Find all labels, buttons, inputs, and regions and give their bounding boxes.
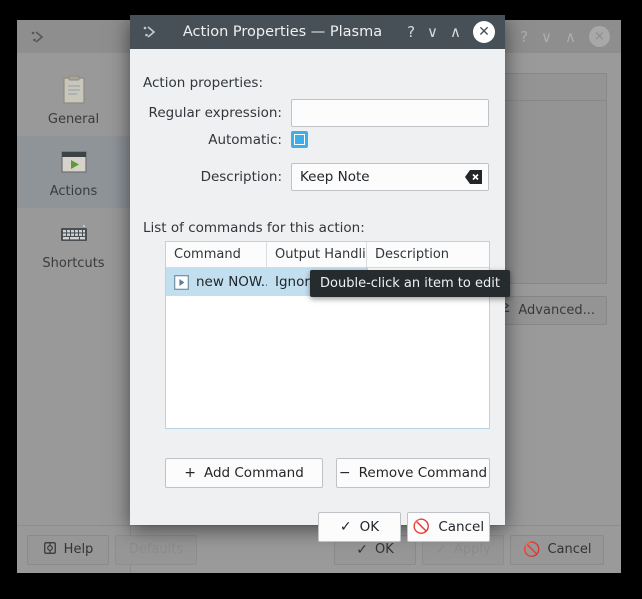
automatic-checkbox[interactable] xyxy=(291,131,308,148)
remove-command-button[interactable]: − Remove Command xyxy=(336,458,490,488)
defaults-button[interactable]: Defaults xyxy=(115,534,197,565)
keyboard-icon xyxy=(57,217,91,251)
play-square-icon xyxy=(174,274,189,290)
clear-text-icon[interactable] xyxy=(465,170,482,184)
remove-command-button-label: Remove Command xyxy=(358,465,488,481)
check-icon: ✓ xyxy=(339,519,352,535)
clipboard-icon xyxy=(57,73,91,107)
minus-icon: − xyxy=(338,465,351,481)
cell-command[interactable]: new NOW... xyxy=(166,268,267,296)
dialog-close-icon[interactable]: ✕ xyxy=(473,21,495,43)
sidebar-item-actions-label: Actions xyxy=(49,184,98,199)
apply-button-label: Apply xyxy=(454,542,491,557)
regular-expression-row: Regular expression: xyxy=(143,99,489,127)
description-input[interactable]: Keep Note xyxy=(291,163,489,191)
bg-cancel-button[interactable]: 🚫 Cancel xyxy=(510,534,605,565)
help-icon xyxy=(43,541,57,559)
add-command-button[interactable]: + Add Command xyxy=(165,458,323,488)
defaults-button-label: Defaults xyxy=(128,542,184,557)
sidebar-item-shortcuts[interactable]: Shortcuts xyxy=(17,208,130,280)
cell-command-text: new NOW... xyxy=(196,274,267,290)
bg-ok-button-label: OK xyxy=(374,542,394,557)
sidebar-item-general[interactable]: General xyxy=(17,53,130,136)
regular-expression-input[interactable] xyxy=(291,99,489,127)
sidebar-item-general-label: General xyxy=(47,112,100,127)
dialog-cancel-button[interactable]: 🚫 Cancel xyxy=(407,512,490,542)
dialog-minimize-icon[interactable]: ∨ xyxy=(427,23,438,41)
window-play-icon xyxy=(57,145,91,179)
dialog-titlebar[interactable]: Action Properties — Plasma ? ∨ ∧ ✕ xyxy=(130,15,505,49)
automatic-row: Automatic: xyxy=(143,131,489,148)
dialog-ok-button[interactable]: ✓ OK xyxy=(318,512,401,542)
help-button[interactable]: Help xyxy=(27,534,109,565)
background-titlebar-buttons: ? ∨ ∧ × xyxy=(520,26,610,47)
advanced-button-label: Advanced... xyxy=(518,303,595,318)
cancel-circle-icon: 🚫 xyxy=(523,541,541,558)
description-label: Description: xyxy=(200,169,282,185)
regular-expression-label: Regular expression: xyxy=(148,105,282,121)
commands-table-header: Command Output Handli Description xyxy=(166,242,489,268)
bg-help-icon[interactable]: ? xyxy=(520,28,528,46)
dialog-titlebar-buttons: ? ∨ ∧ ✕ xyxy=(407,21,495,43)
add-command-button-label: Add Command xyxy=(203,465,304,481)
cancel-circle-icon: 🚫 xyxy=(412,519,431,535)
bg-cancel-button-label: Cancel xyxy=(547,542,592,557)
description-row: Description: Keep Note xyxy=(143,163,489,191)
sidebar-item-shortcuts-label: Shortcuts xyxy=(42,256,105,271)
bg-maximize-icon[interactable]: ∧ xyxy=(565,28,576,46)
settings-sidebar: General Actions Shortcuts xyxy=(17,53,131,573)
dialog-ok-button-label: OK xyxy=(359,519,380,535)
description-input-value: Keep Note xyxy=(300,169,370,185)
bg-close-icon[interactable]: × xyxy=(589,26,610,47)
column-header-command[interactable]: Command xyxy=(166,242,267,267)
command-list-heading: List of commands for this action: xyxy=(143,220,365,236)
check-icon: ✓ xyxy=(356,541,368,558)
column-header-description[interactable]: Description xyxy=(367,242,489,267)
dialog-maximize-icon[interactable]: ∧ xyxy=(450,23,461,41)
bg-minimize-icon[interactable]: ∨ xyxy=(541,28,552,46)
action-properties-heading: Action properties: xyxy=(143,75,264,91)
dialog-help-icon[interactable]: ? xyxy=(407,23,415,41)
plasma-icon xyxy=(30,29,46,45)
automatic-label: Automatic: xyxy=(208,131,282,148)
tooltip: Double-click an item to edit xyxy=(310,270,510,297)
check-icon: ✓ xyxy=(435,541,448,558)
dialog-cancel-button-label: Cancel xyxy=(438,519,485,535)
column-header-output-handling[interactable]: Output Handli xyxy=(267,242,367,267)
help-button-label: Help xyxy=(63,542,94,557)
plus-icon: + xyxy=(184,465,196,481)
sidebar-item-actions[interactable]: Actions xyxy=(17,136,130,208)
